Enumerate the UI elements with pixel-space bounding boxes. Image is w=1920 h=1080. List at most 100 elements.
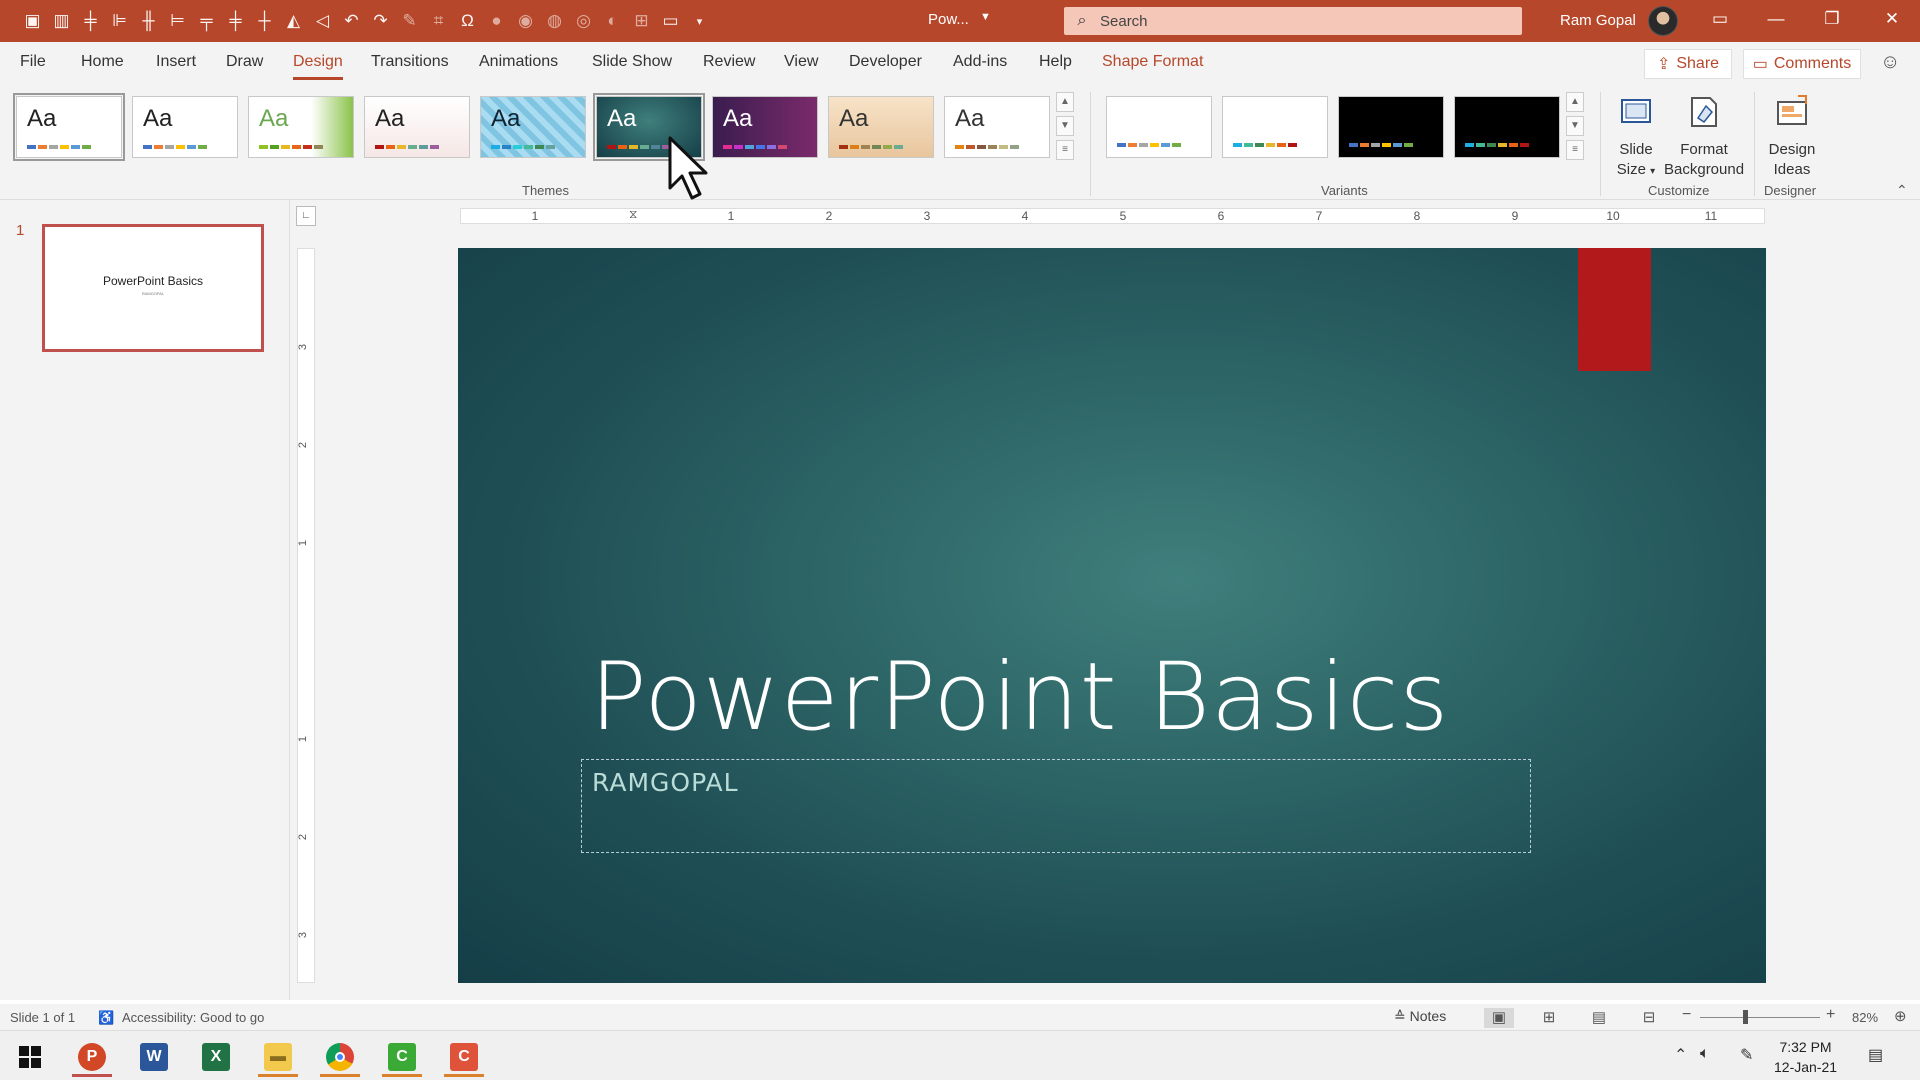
avatar[interactable] <box>1648 6 1678 36</box>
slide-thumbnail[interactable]: PowerPoint Basics RAMGOPAL <box>42 224 264 352</box>
chevron-down-icon[interactable]: ▼ <box>980 11 991 23</box>
distribute-icon[interactable]: ╫ <box>136 8 161 34</box>
ribbon-display-icon[interactable]: ▭ <box>1700 9 1740 29</box>
variants-scroll-up[interactable]: ▲ <box>1566 92 1584 112</box>
variant-2[interactable] <box>1222 96 1328 158</box>
tab-draw[interactable]: Draw <box>226 53 263 71</box>
fit-to-window-icon[interactable]: ⊕ <box>1894 1007 1907 1025</box>
normal-view-icon[interactable]: ▣ <box>1484 1008 1514 1028</box>
theme-office[interactable]: Aa <box>13 93 125 161</box>
theme-facet[interactable]: Aa <box>248 96 354 158</box>
tab-design[interactable]: Design <box>293 53 343 80</box>
theme-organic[interactable]: Aa <box>712 96 818 158</box>
themes-scroll-up[interactable]: ▲ <box>1056 92 1074 112</box>
shape-fragment-icon[interactable]: ◍ <box>542 8 567 34</box>
user-name[interactable]: Ram Gopal <box>1560 12 1636 29</box>
document-name[interactable]: Pow... <box>928 11 969 28</box>
theme-integral[interactable]: Aa <box>364 96 470 158</box>
search-box[interactable]: ⌕ Search <box>1064 7 1522 35</box>
align-middle-icon[interactable]: ╪ <box>223 8 248 34</box>
group-icon[interactable]: ⊞ <box>629 8 654 34</box>
powerpoint-taskbar-app[interactable]: P <box>68 1037 116 1077</box>
excel-taskbar-app[interactable]: X <box>192 1037 240 1077</box>
share-button[interactable]: ⇪ Share <box>1644 49 1732 79</box>
slide-sorter-icon[interactable]: ⊞ <box>1534 1008 1564 1028</box>
shape-combine-icon[interactable]: ◉ <box>513 8 538 34</box>
word-taskbar-app[interactable]: W <box>130 1037 178 1077</box>
tab-shape-format[interactable]: Shape Format <box>1102 53 1203 71</box>
theme-slice[interactable]: Aa <box>944 96 1050 158</box>
shape-intersect-icon[interactable]: ◎ <box>571 8 596 34</box>
tab-stop-selector[interactable]: ∟ <box>296 206 316 226</box>
rotate-left-icon[interactable]: ↶ <box>339 8 364 34</box>
themes-scroll-down[interactable]: ▼ <box>1056 116 1074 136</box>
collapse-ribbon-icon[interactable]: ⌃ <box>1896 182 1908 199</box>
camtasia-red-taskbar-app[interactable]: C <box>440 1037 488 1077</box>
variant-1[interactable] <box>1106 96 1212 158</box>
customize-qat-icon[interactable]: ▾ <box>687 8 712 34</box>
shape-union-icon[interactable]: ● <box>484 8 509 34</box>
file-explorer-taskbar-app[interactable]: ▬ <box>254 1037 302 1077</box>
theme-office-2[interactable]: Aa <box>132 96 238 158</box>
align-left-icon[interactable]: ⊫ <box>107 8 132 34</box>
themes-more[interactable]: ≡ <box>1056 140 1074 160</box>
flip-vertical-icon[interactable]: ◭ <box>281 8 306 34</box>
align-center-icon[interactable]: ╪ <box>78 8 103 34</box>
theme-ion-boardroom[interactable]: Aa <box>480 96 586 158</box>
eraser-icon[interactable]: ✎ <box>397 8 422 34</box>
tab-review[interactable]: Review <box>703 53 755 71</box>
zoom-in-icon[interactable]: + <box>1826 1006 1835 1024</box>
design-ideas-button[interactable]: Design Ideas <box>1760 92 1824 180</box>
system-clock[interactable]: 7:32 PM 12-Jan-21 <box>1774 1037 1837 1077</box>
current-slide[interactable]: PowerPoint Basics RAMGOPAL <box>458 248 1766 983</box>
shape-subtract-icon[interactable]: ◐ <box>600 8 625 34</box>
align-right-icon[interactable]: ⊨ <box>165 8 190 34</box>
close-icon[interactable]: ✕ <box>1872 9 1912 29</box>
flip-horizontal-icon[interactable]: ◁ <box>310 8 335 34</box>
rotate-right-icon[interactable]: ↷ <box>368 8 393 34</box>
horizontal-ruler[interactable]: 1 1 2 3 4 5 6 7 8 9 10 11 ⧖ <box>460 207 1765 224</box>
tab-home[interactable]: Home <box>81 53 124 71</box>
variants-more[interactable]: ≡ <box>1566 140 1584 160</box>
format-background-button[interactable]: Format Background <box>1664 92 1744 180</box>
indent-marker-icon[interactable]: ⧖ <box>629 207 637 222</box>
save-icon[interactable]: ▣ <box>20 8 45 34</box>
reading-view-icon[interactable]: ▤ <box>1584 1008 1614 1028</box>
zoom-out-icon[interactable]: − <box>1682 1006 1691 1024</box>
zoom-slider-thumb[interactable] <box>1743 1010 1748 1024</box>
variant-3[interactable] <box>1338 96 1444 158</box>
variant-4[interactable] <box>1454 96 1560 158</box>
tab-add-ins[interactable]: Add-ins <box>953 53 1007 71</box>
align-top-icon[interactable]: ╤ <box>194 8 219 34</box>
tab-developer[interactable]: Developer <box>849 53 922 71</box>
symbol-icon[interactable]: Ω <box>455 8 480 34</box>
tab-view[interactable]: View <box>784 53 818 71</box>
chevron-up-icon[interactable]: ⌃ <box>1674 1045 1687 1065</box>
volume-icon[interactable]: 🔈︎ <box>1700 1045 1710 1063</box>
camtasia-green-taskbar-app[interactable]: C <box>378 1037 426 1077</box>
slide-subtitle[interactable]: RAMGOPAL <box>592 768 739 797</box>
crop-icon[interactable]: ⌗ <box>426 8 451 34</box>
chart-icon[interactable]: ▥ <box>49 8 74 34</box>
tab-slide-show[interactable]: Slide Show <box>592 53 672 71</box>
tab-animations[interactable]: Animations <box>479 53 558 71</box>
tab-file[interactable]: File <box>20 53 46 71</box>
minimize-icon[interactable]: — <box>1756 9 1796 29</box>
subtitle-placeholder[interactable]: RAMGOPAL <box>581 759 1531 853</box>
zoom-level[interactable]: 82% <box>1852 1010 1878 1025</box>
restore-icon[interactable]: ❐ <box>1812 9 1852 29</box>
vertical-ruler[interactable]: 3 2 1 1 2 3 <box>297 248 315 983</box>
distribute-horizontal-icon[interactable]: ┼ <box>252 8 277 34</box>
pen-icon[interactable]: ✎ <box>1740 1045 1753 1065</box>
comments-button[interactable]: ▭ Comments <box>1743 49 1861 79</box>
notifications-icon[interactable]: ▤ <box>1868 1045 1883 1065</box>
tab-help[interactable]: Help <box>1039 53 1072 71</box>
tab-insert[interactable]: Insert <box>156 53 196 71</box>
accessibility-status[interactable]: Accessibility: Good to go <box>122 1010 264 1025</box>
present-icon[interactable]: ▭ <box>658 8 683 34</box>
slide-size-button[interactable]: Slide Size ▾ <box>1608 92 1664 182</box>
theme-retrospect[interactable]: Aa <box>828 96 934 158</box>
notes-button[interactable]: ≙ Notes <box>1394 1008 1446 1025</box>
slide-title[interactable]: PowerPoint Basics <box>590 643 1449 752</box>
start-button[interactable] <box>6 1037 54 1077</box>
